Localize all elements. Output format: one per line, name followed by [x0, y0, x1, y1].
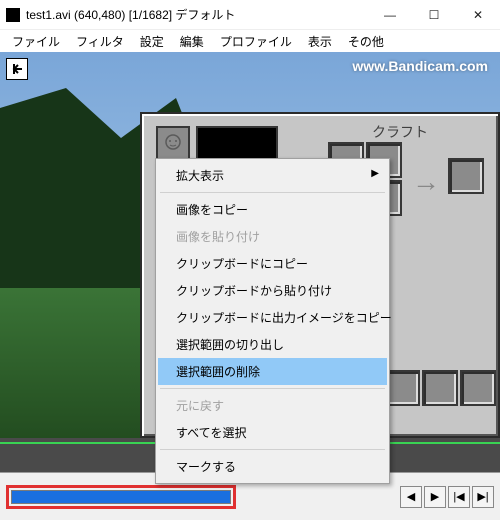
- app-icon: [6, 8, 20, 22]
- close-button[interactable]: ✕: [456, 0, 500, 30]
- back-arrow-icon: [11, 63, 23, 75]
- menu-settings[interactable]: 設定: [134, 31, 170, 52]
- submenu-arrow-icon: ▶: [371, 168, 379, 179]
- back-button[interactable]: [6, 58, 28, 80]
- frame-nav-group: ◀ ▶ |◀ ▶|: [400, 486, 494, 508]
- work-area: www.Bandicam.com クラフト →: [0, 52, 500, 520]
- context-menu-item[interactable]: クリップボードに出力イメージをコピー: [158, 304, 387, 331]
- minimize-button[interactable]: —: [368, 0, 412, 30]
- context-menu-item[interactable]: 拡大表示▶: [158, 162, 387, 189]
- next-frame-button[interactable]: ▶: [424, 486, 446, 508]
- menu-bar: ファイル フィルタ 設定 編集 プロファイル 表示 その他: [0, 30, 500, 52]
- menu-profile[interactable]: プロファイル: [214, 31, 298, 52]
- context-menu-item: 元に戻す: [158, 392, 387, 419]
- window-title: test1.avi (640,480) [1/1682] デフォルト: [26, 6, 368, 23]
- menu-separator: [160, 388, 385, 389]
- highlight-box: [6, 485, 236, 509]
- inv-slot[interactable]: [460, 370, 496, 406]
- inv-slot[interactable]: [422, 370, 458, 406]
- context-menu-item[interactable]: 選択範囲の削除: [158, 358, 387, 385]
- prev-frame-button[interactable]: ◀: [400, 486, 422, 508]
- armor-head-slot[interactable]: [156, 126, 190, 160]
- context-menu: 拡大表示▶ 画像をコピー画像を貼り付けクリップボードにコピークリップボードから貼り…: [155, 158, 390, 484]
- context-menu-item[interactable]: 画像をコピー: [158, 196, 387, 223]
- context-menu-item[interactable]: 選択範囲の切り出し: [158, 331, 387, 358]
- head-icon: [163, 133, 183, 153]
- menu-filter[interactable]: フィルタ: [70, 31, 130, 52]
- context-menu-item: 画像を貼り付け: [158, 223, 387, 250]
- maximize-button[interactable]: ☐: [412, 0, 456, 30]
- seek-fill: [12, 491, 230, 503]
- craft-label: クラフト: [372, 122, 428, 142]
- window-titlebar: test1.avi (640,480) [1/1682] デフォルト — ☐ ✕: [0, 0, 500, 30]
- menu-other[interactable]: その他: [342, 31, 390, 52]
- context-menu-item[interactable]: マークする: [158, 453, 387, 480]
- watermark-text: www.Bandicam.com: [352, 58, 488, 74]
- menu-separator: [160, 449, 385, 450]
- first-frame-button[interactable]: |◀: [448, 486, 470, 508]
- menu-edit[interactable]: 編集: [174, 31, 210, 52]
- context-menu-item[interactable]: クリップボードにコピー: [158, 250, 387, 277]
- craft-result-slot[interactable]: [448, 158, 484, 194]
- menu-file[interactable]: ファイル: [6, 31, 66, 52]
- context-menu-item[interactable]: クリップボードから貼り付け: [158, 277, 387, 304]
- context-menu-item[interactable]: すべてを選択: [158, 419, 387, 446]
- seek-bar[interactable]: [11, 490, 231, 504]
- menu-view[interactable]: 表示: [302, 31, 338, 52]
- menu-separator: [160, 192, 385, 193]
- craft-arrow-icon: →: [412, 166, 440, 198]
- last-frame-button[interactable]: ▶|: [472, 486, 494, 508]
